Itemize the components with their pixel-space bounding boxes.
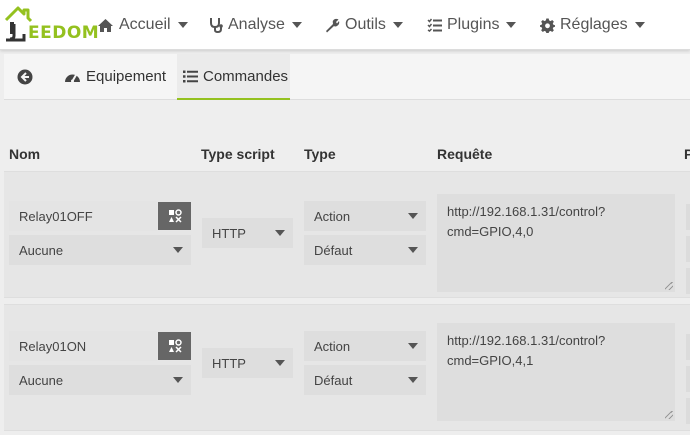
stethoscope-icon <box>210 18 223 33</box>
nav-analyse[interactable]: Analyse <box>209 0 302 50</box>
chevron-down-icon <box>291 22 302 28</box>
jeedom-logo[interactable]: EEDOM <box>4 4 99 44</box>
script-type-value: HTTP <box>212 225 246 241</box>
subtype-value: Défaut <box>314 372 353 388</box>
chevron-down-icon <box>173 377 183 383</box>
cutoff-field[interactable] <box>686 366 690 392</box>
nav-plugins-label: Plugins <box>447 16 500 33</box>
nav-outils[interactable]: Outils <box>325 0 403 50</box>
choose-icon-button[interactable] <box>158 202 191 230</box>
nav-reglages-label: Réglages <box>560 16 628 33</box>
arrow-circle-left-icon <box>17 69 32 84</box>
chevron-down-icon <box>408 213 418 219</box>
cog-icon <box>540 18 555 33</box>
column-header-requete: Requête <box>437 146 493 162</box>
chevron-down-icon <box>275 230 285 236</box>
back-button[interactable] <box>10 54 44 99</box>
chevron-down-icon <box>634 22 645 28</box>
column-header-type-script: Type script <box>201 146 275 162</box>
column-header-cutoff: P <box>684 146 690 162</box>
icon-select[interactable]: Aucune <box>9 365 191 395</box>
top-navbar: EEDOM Accueil Analyse Outils Plugins Rég… <box>0 0 690 50</box>
command-name-input[interactable]: Relay01OFF <box>9 201 157 231</box>
nav-accueil-label: Accueil <box>119 16 171 33</box>
cutoff-field[interactable] <box>686 236 690 262</box>
chevron-down-icon <box>506 22 517 28</box>
logo-text: EEDOM <box>28 23 100 43</box>
request-textarea[interactable]: http://192.168.1.31/control?cmd=GPIO,4,1 <box>437 323 675 421</box>
request-text: http://192.168.1.31/control?cmd=GPIO,4,1 <box>447 333 606 368</box>
chevron-down-icon <box>392 22 403 28</box>
icons-grid-icon <box>168 339 182 353</box>
equipment-tabs: Equipement Commandes <box>4 54 690 100</box>
type-select[interactable]: Action <box>304 201 426 231</box>
chevron-down-icon <box>177 22 188 28</box>
cutoff-field[interactable] <box>686 204 690 230</box>
list-icon <box>183 70 198 82</box>
chevron-down-icon <box>408 377 418 383</box>
tab-equipement-label: Equipement <box>86 68 167 85</box>
cutoff-field[interactable] <box>686 334 690 360</box>
tasks-icon <box>427 18 442 32</box>
subtype-value: Défaut <box>314 242 353 258</box>
nav-accueil[interactable]: Accueil <box>97 0 188 50</box>
nav-outils-label: Outils <box>345 16 386 33</box>
wrench-icon <box>326 18 340 32</box>
request-text: http://192.168.1.31/control?cmd=GPIO,4,0 <box>447 204 606 239</box>
tab-commandes[interactable]: Commandes <box>177 54 290 100</box>
tachometer-icon <box>65 73 80 82</box>
cutoff-field[interactable] <box>686 268 690 294</box>
chevron-down-icon <box>408 343 418 349</box>
resize-handle-icon[interactable] <box>665 411 673 419</box>
script-type-select[interactable]: HTTP <box>202 218 293 248</box>
chevron-down-icon <box>173 247 183 253</box>
home-icon <box>98 18 113 32</box>
column-header-nom: Nom <box>9 146 41 162</box>
tab-commandes-label: Commandes <box>203 67 289 85</box>
resize-handle-icon[interactable] <box>665 282 673 290</box>
icons-grid-icon <box>168 209 182 223</box>
nav-plugins[interactable]: Plugins <box>427 0 517 50</box>
icon-select-value: Aucune <box>19 372 64 388</box>
type-select[interactable]: Action <box>304 331 426 361</box>
command-name-input[interactable]: Relay01ON <box>9 331 157 361</box>
tab-equipement[interactable]: Equipement <box>64 54 176 99</box>
script-type-value: HTTP <box>212 355 246 371</box>
type-value: Action <box>314 208 351 224</box>
script-type-select[interactable]: HTTP <box>202 348 293 378</box>
type-value: Action <box>314 338 351 354</box>
chevron-down-icon <box>408 247 418 253</box>
subtype-select[interactable]: Défaut <box>304 365 426 395</box>
request-textarea[interactable]: http://192.168.1.31/control?cmd=GPIO,4,0 <box>437 194 675 292</box>
icon-select-value: Aucune <box>19 242 64 258</box>
nav-reglages[interactable]: Réglages <box>540 0 645 50</box>
chevron-down-icon <box>275 360 285 366</box>
choose-icon-button[interactable] <box>158 332 191 360</box>
icon-select[interactable]: Aucune <box>9 235 191 265</box>
subtype-select[interactable]: Défaut <box>304 235 426 265</box>
cutoff-field[interactable] <box>686 398 690 424</box>
nav-analyse-label: Analyse <box>228 16 285 33</box>
column-header-type: Type <box>304 146 336 162</box>
